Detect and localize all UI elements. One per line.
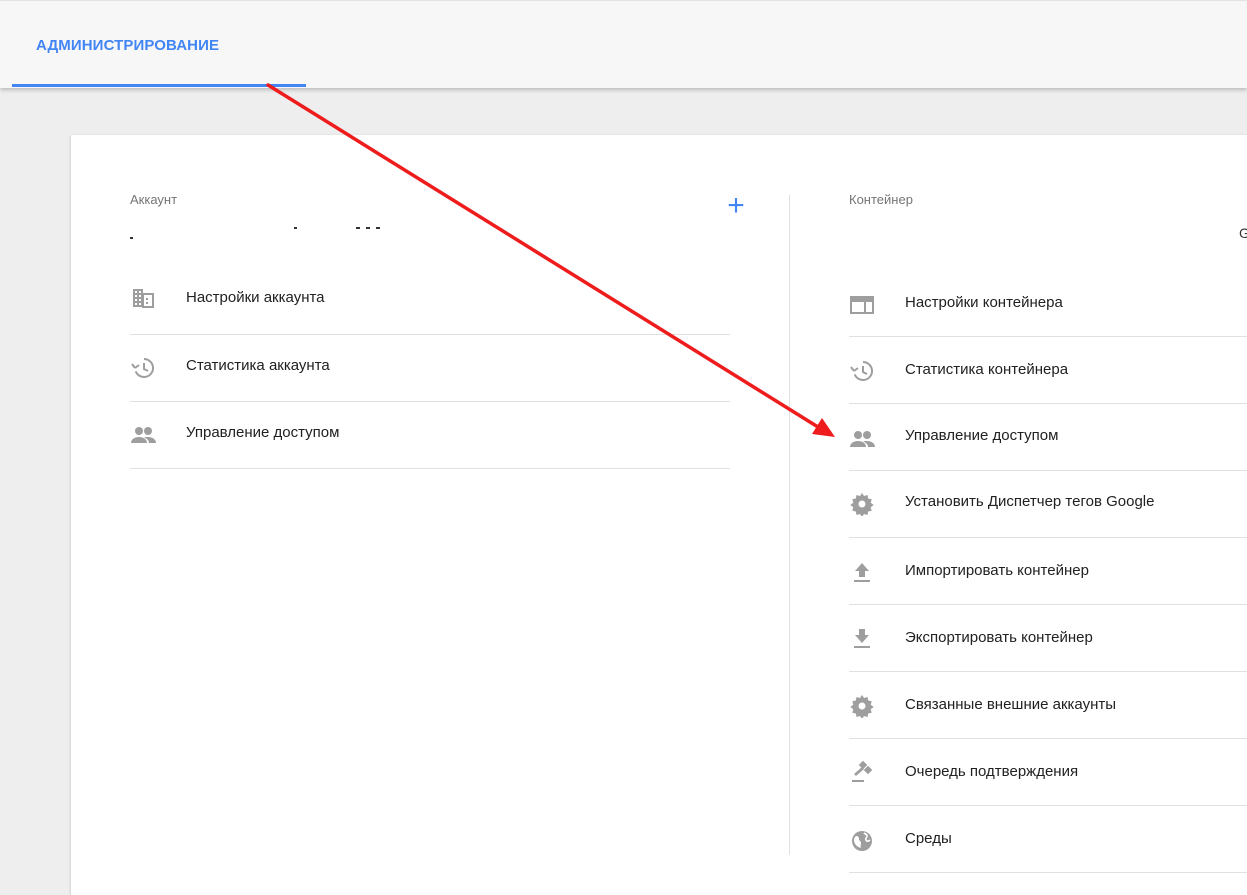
container-activity-label: Статистика контейнера	[905, 361, 1069, 378]
account-user-management-item[interactable]: Управление доступом	[130, 402, 730, 469]
environments-label: Среды	[905, 830, 952, 847]
import-container-item[interactable]: Импортировать контейнер	[849, 538, 1247, 605]
account-menu: Настройки аккаунта Статистика аккаунта У…	[130, 268, 730, 469]
history-icon	[130, 355, 156, 381]
tab-administration-label: АДМИНИСТРИРОВАНИЕ	[36, 37, 220, 54]
install-gtm-label: Установить Диспетчер тегов Google	[905, 493, 1155, 510]
environments-item[interactable]: Среды	[849, 806, 1247, 873]
column-divider	[789, 195, 790, 855]
account-user-management-label: Управление доступом	[186, 424, 340, 441]
export-container-label: Экспортировать контейнер	[905, 629, 1093, 646]
account-activity-label: Статистика аккаунта	[186, 357, 330, 374]
container-settings-label: Настройки контейнера	[905, 294, 1063, 311]
container-menu: Настройки контейнера Статистика контейне…	[849, 270, 1247, 873]
gear-icon	[849, 491, 875, 517]
import-container-label: Импортировать контейнер	[905, 562, 1089, 579]
gear-icon	[849, 693, 875, 719]
approval-queue-label: Очередь подтверждения	[905, 763, 1079, 780]
account-section-label: Аккаунт	[130, 192, 178, 207]
web-layout-icon	[849, 292, 875, 318]
account-settings-item[interactable]: Настройки аккаунта	[130, 268, 730, 335]
account-settings-label: Настройки аккаунта	[186, 289, 325, 306]
admin-card: Аккаунт + Настройки аккаунта Статистика …	[71, 135, 1247, 895]
install-gtm-item[interactable]: Установить Диспетчер тегов Google	[849, 471, 1247, 538]
building-icon	[130, 285, 156, 311]
approval-queue-item[interactable]: Очередь подтверждения	[849, 739, 1247, 806]
globe-icon	[849, 828, 875, 854]
linked-accounts-item[interactable]: Связанные внешние аккаунты	[849, 672, 1247, 739]
linked-accounts-label: Связанные внешние аккаунты	[905, 696, 1117, 713]
container-section-label: Контейнер	[849, 192, 913, 207]
container-user-management-item[interactable]: Управление доступом	[849, 404, 1247, 471]
top-header: АДМИНИСТРИРОВАНИЕ	[0, 0, 1247, 88]
account-name-redacted[interactable]	[130, 217, 390, 243]
tab-administration[interactable]: АДМИНИСТРИРОВАНИЕ	[12, 1, 306, 87]
gavel-icon	[849, 759, 875, 785]
container-activity-item[interactable]: Статистика контейнера	[849, 337, 1247, 404]
container-settings-item[interactable]: Настройки контейнера	[849, 270, 1247, 337]
add-account-button[interactable]: +	[721, 191, 751, 221]
history-icon	[849, 358, 875, 384]
account-activity-item[interactable]: Статистика аккаунта	[130, 335, 730, 402]
download-icon	[849, 625, 875, 651]
export-container-item[interactable]: Экспортировать контейнер	[849, 605, 1247, 672]
people-icon	[849, 426, 875, 452]
container-user-management-label: Управление доступом	[905, 427, 1059, 444]
container-id-fragment: G	[1239, 225, 1247, 241]
people-icon	[130, 422, 156, 448]
upload-icon	[849, 559, 875, 585]
